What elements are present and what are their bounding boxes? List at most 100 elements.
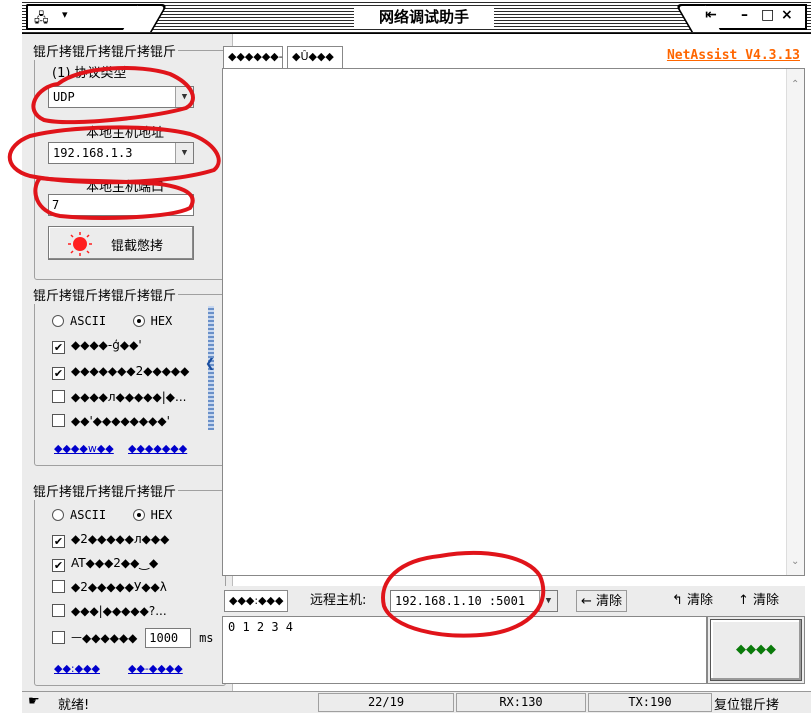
receive-clear-link[interactable]: ◆◆◆◆◆◆◆: [128, 442, 187, 455]
tab-secondary[interactable]: ◆Û◆◆◆: [287, 46, 343, 68]
tab-receive[interactable]: ◆◆◆◆◆◆-: [223, 46, 283, 68]
host-value: 192.168.1.3: [53, 146, 133, 160]
receive-option-row[interactable]: ◆◆'◆◆◆◆◆◆◆◆': [52, 414, 170, 428]
send-mode-row: ASCII HEX: [52, 508, 172, 522]
send-settings-title: 锟斤拷锟斤拷锟斤拷锟斤: [31, 481, 179, 500]
arrow-left-icon: ←: [581, 594, 592, 609]
scroll-up-icon[interactable]: ⌃: [791, 79, 799, 90]
port-label: 本地主机端口: [86, 180, 165, 195]
window-title: 网络调试助手: [354, 6, 494, 28]
send-option-row[interactable]: ✔ ◆2◆◆◆◆◆л◆◆◆: [52, 532, 169, 548]
send-button[interactable]: ◆◆◆◆: [707, 616, 805, 684]
receive-settings-title: 锟斤拷锟斤拷锟斤拷锟斤: [31, 285, 179, 304]
receive-option-checkbox[interactable]: ✔: [52, 367, 65, 380]
receive-ascii-radio[interactable]: [52, 315, 64, 327]
receive-option-row[interactable]: ✔ ◆◆◆◆◆◆◆2◆◆◆◆◆: [52, 364, 189, 380]
chevron-down-icon[interactable]: ▼: [175, 143, 193, 163]
maximize-button[interactable]: □: [761, 7, 774, 23]
send-interval-label: ㅡ◆◆◆◆◆◆: [71, 631, 138, 645]
send-option-row[interactable]: ◆◆◆|◆◆◆◆◆?...: [52, 604, 167, 618]
send-toolbar: ◆◆◆:◆◆◆ 远程主机: 192.168.1.10 :5001 ▼ ← 清除 …: [222, 586, 805, 618]
title-bar-left: 🖧 ▾: [26, 4, 144, 30]
receive-option-label: ◆◆'◆◆◆◆◆◆◆◆': [71, 414, 170, 428]
send-interval-unit: ms: [199, 631, 214, 645]
receive-option-row[interactable]: ◆◆◆◆л◆◆◆◆◆|◆...: [52, 390, 186, 404]
send-ascii-label: ASCII: [70, 508, 107, 522]
send-load-link[interactable]: ◆◆:◆◆◆: [54, 662, 100, 675]
send-option-checkbox[interactable]: [52, 580, 65, 593]
receive-option-label: ◆◆◆◆л◆◆◆◆◆|◆...: [71, 390, 187, 404]
protocol-label: (1) 协议类型: [52, 66, 127, 81]
send-option-label: AT◆◆◆2◆◆‿◆: [71, 556, 159, 570]
close-button[interactable]: ×: [781, 7, 793, 23]
receive-tabs: ◆◆◆◆◆◆- ◆Û◆◆◆ NetAssist V4.3.13: [223, 46, 804, 68]
receive-mode-row: ASCII HEX: [52, 314, 172, 328]
clear-send-button[interactable]: ↑ 清除: [734, 590, 783, 612]
host-select[interactable]: 192.168.1.3 ▼: [48, 142, 194, 164]
receive-ascii-label: ASCII: [70, 314, 107, 328]
minimize-button[interactable]: –: [741, 7, 748, 23]
status-tx: TX:190: [588, 693, 712, 712]
corner-up-icon: ↰: [672, 593, 683, 608]
send-tab[interactable]: ◆◆◆:◆◆◆: [224, 590, 288, 612]
red-light-icon: [68, 232, 92, 256]
host-label: 本地主机地址: [86, 126, 165, 141]
receive-option-checkbox[interactable]: [52, 390, 65, 403]
remote-host-select[interactable]: 192.168.1.10 :5001 ▼: [390, 590, 558, 612]
send-textarea[interactable]: 0 1 2 3 4: [222, 616, 707, 684]
window-controls: ⇤ – □ ×: [699, 4, 807, 30]
scroll-down-icon[interactable]: ⌄: [791, 556, 799, 567]
send-option-row[interactable]: ◆2◆◆◆◆◆У◆◆λ: [52, 580, 167, 594]
settings-panel: 锟斤拷锟斤拷锟斤拷锟斤 (1) 协议类型 UDP ▼ 本地主机地址 192.16…: [22, 34, 233, 691]
send-interval-checkbox[interactable]: [52, 631, 65, 644]
receive-option-label: ◆◆◆◆◆◆◆2◆◆◆◆◆: [71, 364, 190, 378]
send-option-checkbox[interactable]: [52, 604, 65, 617]
network-settings-title: 锟斤拷锟斤拷锟斤拷锟斤: [31, 41, 179, 60]
chevron-down-icon[interactable]: ▼: [539, 591, 557, 611]
receive-option-label: ◆◆◆◆-ģ◆◆': [71, 338, 142, 352]
clear-remote-label: 清除: [596, 594, 623, 609]
app-network-icon[interactable]: 🖧: [34, 9, 49, 31]
receive-hex-radio[interactable]: [132, 315, 145, 327]
clear-remote-button[interactable]: ← 清除: [576, 590, 628, 612]
send-hex-radio[interactable]: [132, 509, 145, 521]
send-ascii-radio[interactable]: [52, 509, 64, 521]
receive-option-checkbox[interactable]: ✔: [52, 341, 65, 354]
clear-send-label: 清除: [753, 593, 780, 608]
hand-pointer-icon: ☛: [28, 694, 40, 709]
reset-counter-button[interactable]: 复位锟斤拷: [714, 694, 779, 713]
send-option-checkbox[interactable]: ✔: [52, 535, 65, 548]
protocol-value: UDP: [53, 90, 75, 104]
receive-scrollbar[interactable]: ⌃ ⌄: [786, 69, 804, 575]
remote-host-label: 远程主机:: [310, 593, 367, 608]
connect-button[interactable]: 锟截憋拷: [48, 226, 194, 260]
receive-save-link[interactable]: ◆◆◆◆w◆◆: [54, 442, 114, 455]
send-interval-row: ㅡ◆◆◆◆◆◆ 1000 ms: [52, 628, 214, 648]
send-interval-input[interactable]: 1000: [145, 628, 192, 648]
connect-button-label: 锟截憋拷: [111, 239, 164, 254]
receive-option-row[interactable]: ✔ ◆◆◆◆-ģ◆◆': [52, 338, 142, 354]
send-clear-link[interactable]: ◆◆-◆◆◆◆: [128, 662, 183, 675]
pin-icon[interactable]: ⇤: [705, 7, 717, 23]
clear-receive-button[interactable]: ↰ 清除: [668, 590, 717, 612]
send-option-checkbox[interactable]: ✔: [52, 559, 65, 572]
collapse-left-icon[interactable]: ❮: [205, 356, 215, 370]
port-input[interactable]: 7: [48, 194, 194, 216]
version-link[interactable]: NetAssist V4.3.13: [667, 48, 800, 63]
status-ready: 就绪!: [58, 698, 90, 713]
send-option-row[interactable]: ✔ AT◆◆◆2◆◆‿◆: [52, 556, 158, 572]
receive-textarea[interactable]: ⌃ ⌄: [222, 68, 805, 576]
receive-hex-label: HEX: [150, 314, 173, 328]
title-bar: 🖧 ▾ 网络调试助手 ⇤ – □ ×: [22, 0, 811, 34]
protocol-select[interactable]: UDP ▼: [48, 86, 194, 108]
receive-option-checkbox[interactable]: [52, 414, 65, 427]
clear-receive-label: 清除: [687, 593, 714, 608]
send-option-label: ◆2◆◆◆◆◆У◆◆λ: [71, 580, 167, 594]
arrow-up-icon: ↑: [738, 593, 749, 608]
send-hex-label: HEX: [150, 508, 173, 522]
chevron-down-icon[interactable]: ▼: [175, 87, 193, 107]
status-counter: 22/19: [318, 693, 454, 712]
system-menu-arrow[interactable]: ▾: [62, 8, 68, 21]
send-option-label: ◆2◆◆◆◆◆л◆◆◆: [71, 532, 170, 546]
send-button-label: ◆◆◆◆: [710, 619, 802, 681]
